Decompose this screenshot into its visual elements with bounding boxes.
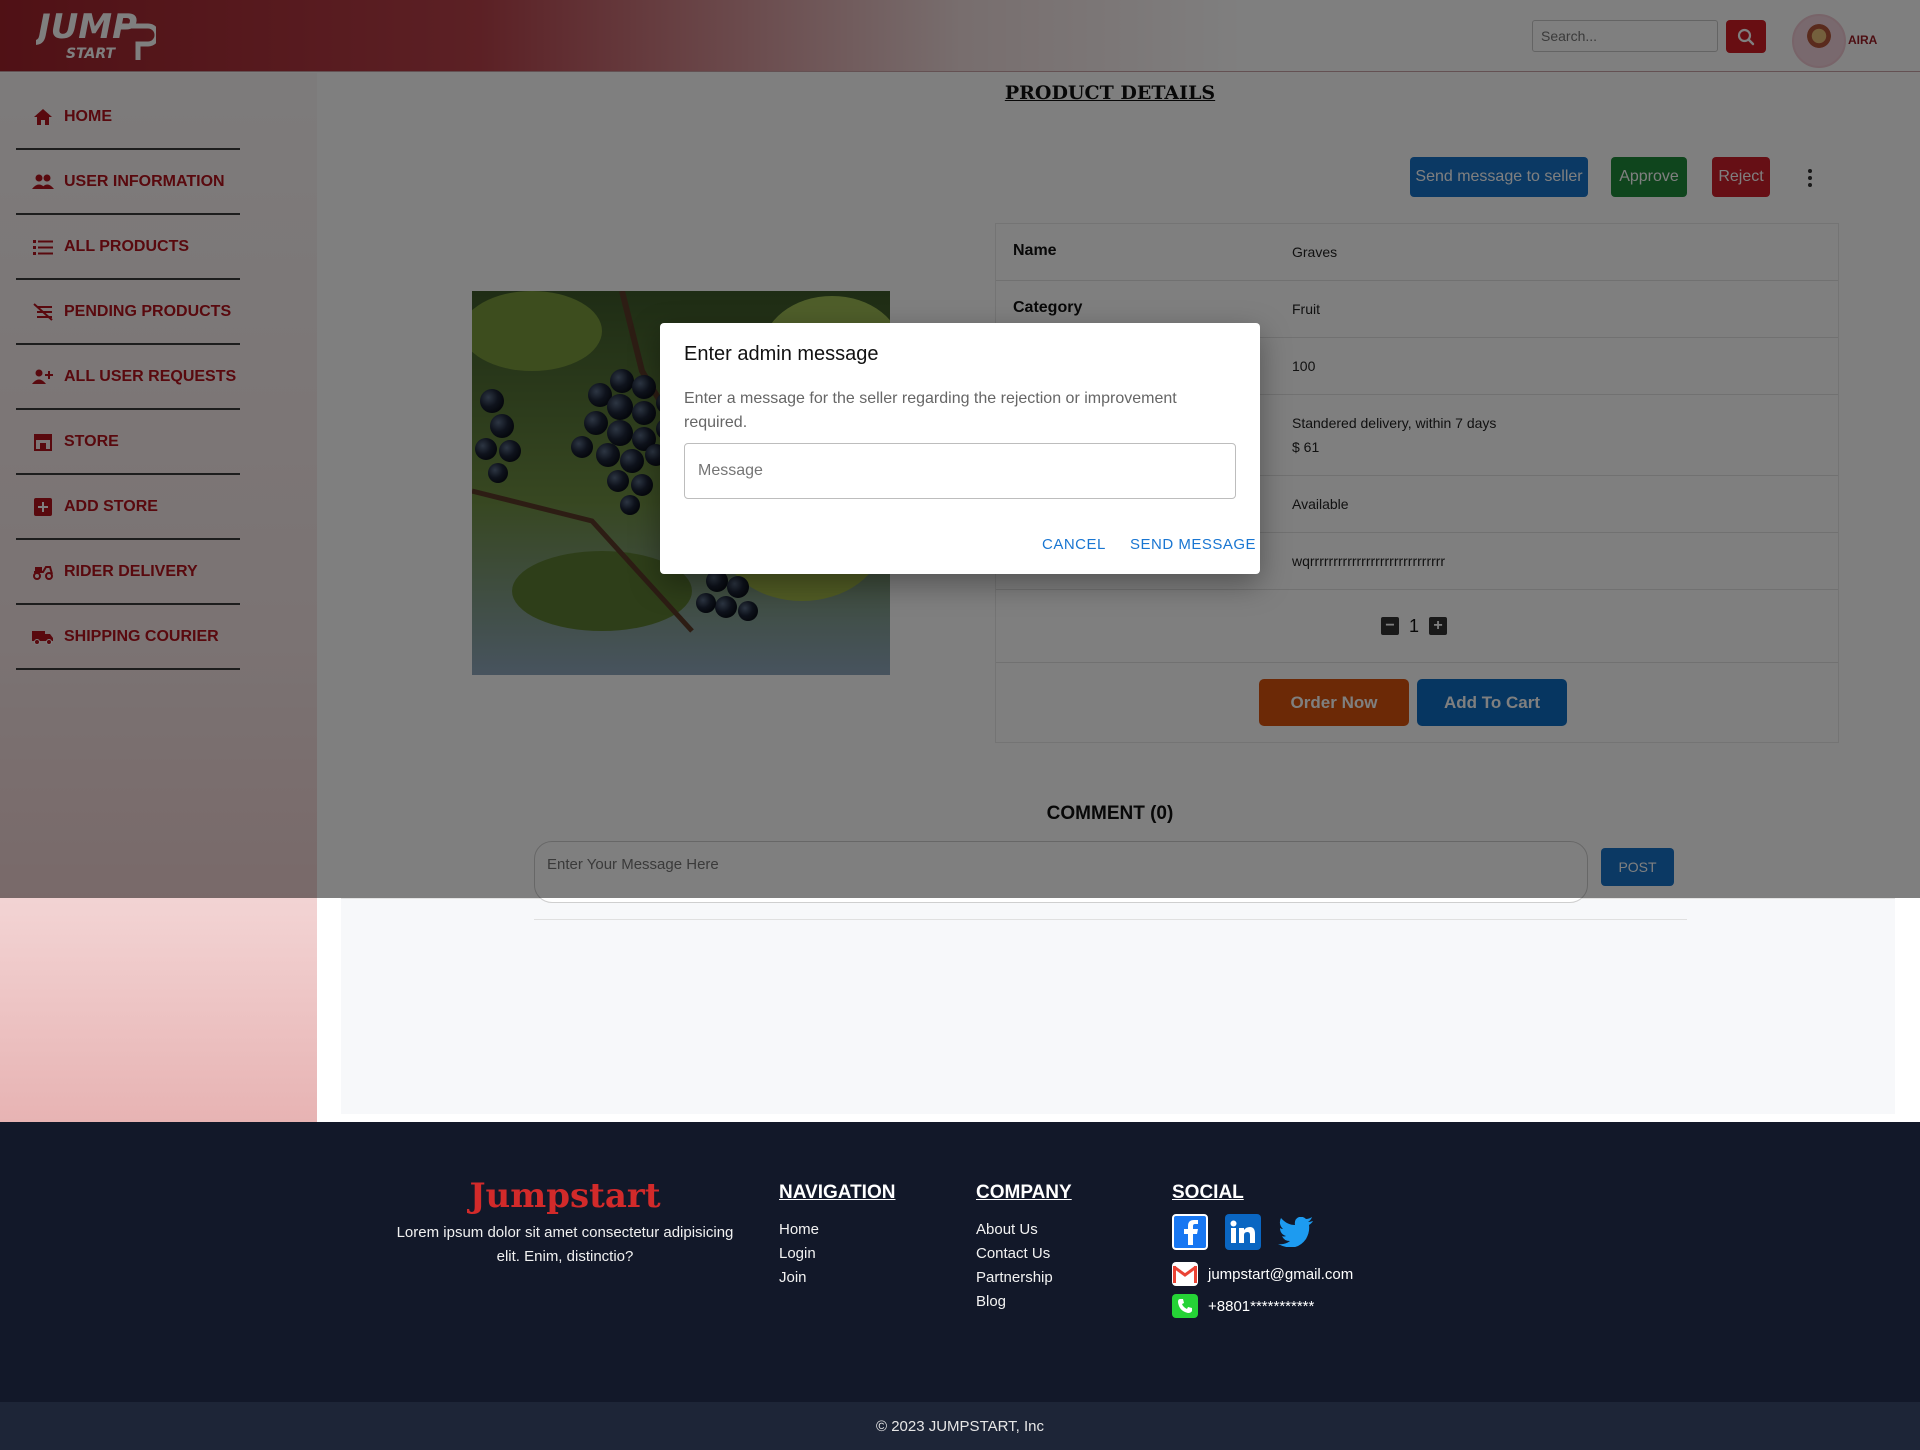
social-icons — [1172, 1214, 1314, 1250]
footer-brand: Jumpstart — [469, 1176, 661, 1216]
facebook-icon[interactable] — [1172, 1214, 1208, 1250]
footer-link-contact-us[interactable]: Contact Us — [976, 1242, 1053, 1266]
twitter-icon[interactable] — [1278, 1214, 1314, 1250]
footer-company-list: About Us Contact Us Partnership Blog — [976, 1218, 1053, 1314]
copyright-text: © 2023 JUMPSTART, Inc — [875, 1417, 1045, 1435]
dialog-description: Enter a message for the seller regarding… — [684, 390, 1177, 431]
message-input[interactable] — [684, 443, 1236, 499]
gmail-icon — [1172, 1262, 1198, 1286]
footer-link-about-us[interactable]: About Us — [976, 1218, 1053, 1242]
footer — [0, 1122, 1920, 1402]
contact-phone[interactable]: +8801*********** — [1172, 1294, 1314, 1318]
cancel-button[interactable]: CANCEL — [1042, 536, 1106, 553]
footer-description: Lorem ipsum dolor sit amet consectetur a… — [396, 1224, 734, 1265]
divider — [534, 919, 1687, 920]
linkedin-icon[interactable] — [1225, 1214, 1261, 1250]
email-text: jumpstart@gmail.com — [1208, 1265, 1354, 1283]
footer-navigation-heading: NAVIGATION — [779, 1182, 896, 1203]
send-message-button[interactable]: SEND MESSAGE — [1130, 536, 1256, 553]
footer-link-partnership[interactable]: Partnership — [976, 1266, 1053, 1290]
phone-icon — [1172, 1294, 1198, 1318]
footer-link-join[interactable]: Join — [779, 1266, 819, 1290]
footer-navigation-list: Home Login Join — [779, 1218, 819, 1290]
admin-message-dialog: Enter admin message Enter a message for … — [660, 323, 1260, 574]
footer-link-login[interactable]: Login — [779, 1242, 819, 1266]
content-panel — [341, 898, 1895, 1114]
footer-social-heading: SOCIAL — [1172, 1182, 1244, 1203]
phone-text: +8801*********** — [1208, 1297, 1315, 1315]
footer-link-blog[interactable]: Blog — [976, 1290, 1053, 1314]
copyright-bar: © 2023 JUMPSTART, Inc — [0, 1402, 1920, 1450]
footer-company-heading: COMPANY — [976, 1182, 1072, 1203]
contact-email[interactable]: jumpstart@gmail.com — [1172, 1262, 1353, 1286]
dialog-title: Enter admin message — [684, 343, 879, 365]
footer-link-home[interactable]: Home — [779, 1218, 819, 1242]
